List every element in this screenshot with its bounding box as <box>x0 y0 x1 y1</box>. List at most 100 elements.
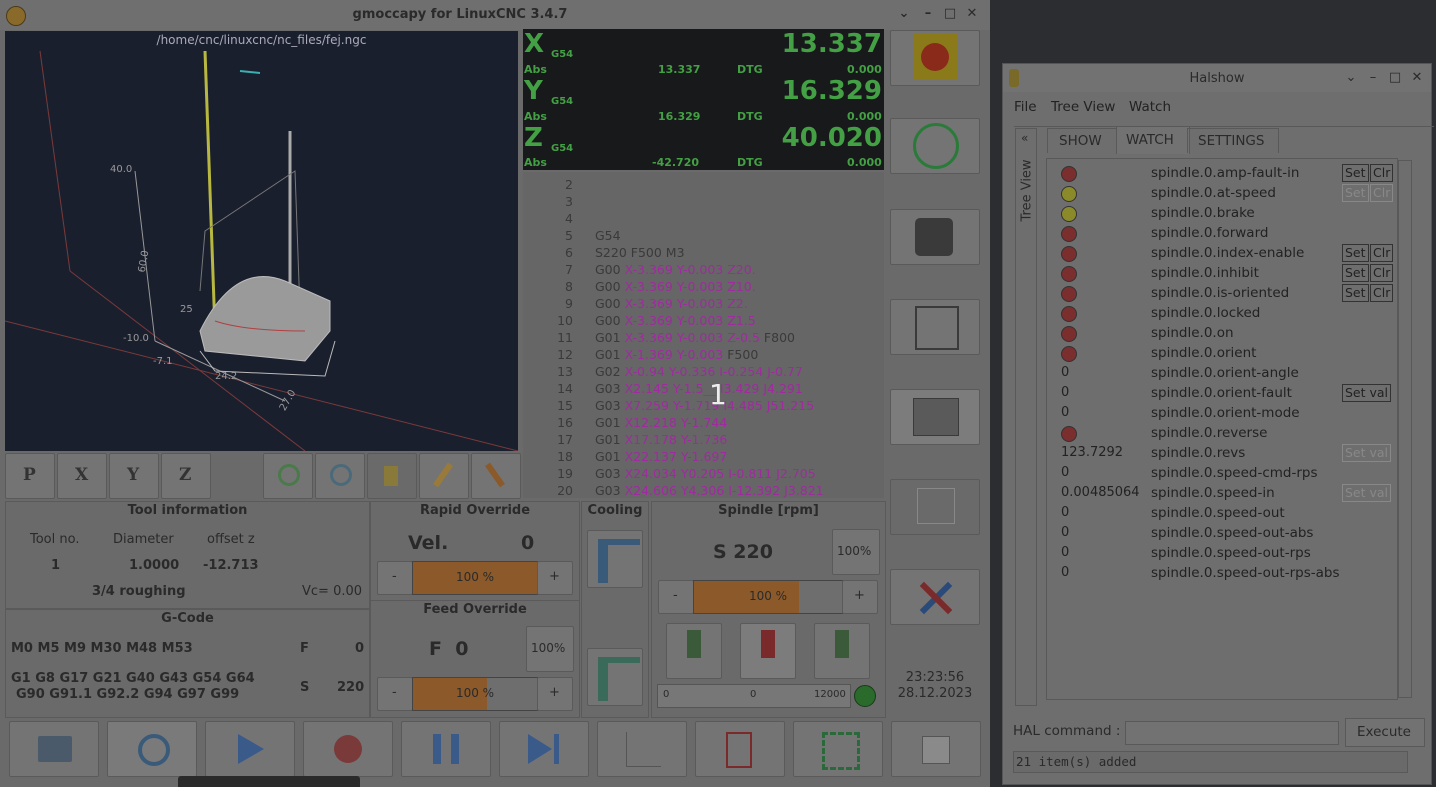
hal-command-input[interactable] <box>1125 721 1339 745</box>
rapid-override-slider[interactable]: 100 % <box>412 561 538 595</box>
auto-mode-button[interactable] <box>890 389 980 445</box>
tool-view-button[interactable] <box>367 453 417 499</box>
gcode-line[interactable]: 20 G03 X24.606 Y4.306 I-12.392 J3.821 <box>523 483 884 500</box>
spindle-reverse-button[interactable] <box>814 623 870 679</box>
mdi-mode-button[interactable] <box>890 299 980 355</box>
clear-button[interactable]: Clr <box>1370 284 1394 302</box>
gcode-line[interactable]: 3 <box>523 194 884 211</box>
dro-z-label: Z <box>524 123 543 153</box>
gcode-line[interactable]: 6 S220 F500 M3 <box>523 245 884 262</box>
menu-watch[interactable]: Watch <box>1129 99 1171 115</box>
gcode-line[interactable]: 19 G03 X24.034 Y0.205 I-0.811 J2.705 <box>523 466 884 483</box>
run-button[interactable] <box>205 721 295 777</box>
spindle-override-slider[interactable]: 100 % <box>693 580 843 614</box>
gcode-line[interactable]: 12 G01 X-1.369 Y-0.003 F500 <box>523 347 884 364</box>
set-button[interactable]: Set <box>1342 244 1369 262</box>
clear-button[interactable]: Clr <box>1370 244 1394 262</box>
pause-button[interactable] <box>401 721 491 777</box>
gcode-line[interactable]: 9 G00 X-3.369 Y-0.003 Z2. <box>523 296 884 313</box>
set-button[interactable]: Set <box>1342 284 1369 302</box>
maximize-button[interactable]: □ <box>942 6 958 22</box>
minimize-button[interactable]: – <box>920 6 936 22</box>
feed-minus-button[interactable]: - <box>377 677 413 711</box>
gcode-view[interactable]: 2 3 4 5 G54 6 S220 F500 M3 7 G00 X-3.369 Y-0.003… <box>523 172 884 498</box>
feed-plus-button[interactable]: + <box>537 677 573 711</box>
settings-page-button[interactable] <box>890 479 980 535</box>
spindle-reset-button[interactable]: 100% <box>832 529 880 575</box>
edit-gcode-button[interactable] <box>695 721 785 777</box>
feed-reset-button[interactable]: 100% <box>526 626 574 672</box>
tree-view-toggle[interactable]: « Tree View <box>1015 128 1037 706</box>
clear-button[interactable]: Clr <box>1370 164 1394 182</box>
tab-show[interactable]: SHOW <box>1047 128 1119 153</box>
rapid-plus-button[interactable]: + <box>537 561 573 595</box>
halshow-close-button[interactable]: ✕ <box>1409 70 1425 86</box>
watch-list-scrollbar[interactable] <box>1398 160 1412 698</box>
gcode-line[interactable]: 8 G00 X-3.369 Y-0.003 Z10. <box>523 279 884 296</box>
set-value-button[interactable]: Set val <box>1342 444 1392 462</box>
gcode-line[interactable]: 11 G01 X-3.369 Y-0.003 Z-0.5 F800 <box>523 330 884 347</box>
halshow-shade-button[interactable]: ⌄ <box>1343 70 1359 86</box>
gcode-line[interactable]: 2 <box>523 177 884 194</box>
gcode-line[interactable]: 15 G03 X7.259 Y-1.719 I4.485 J51.215 <box>523 398 884 415</box>
spindle-plus-button[interactable]: + <box>842 580 878 614</box>
manual-mode-button[interactable] <box>890 209 980 265</box>
spindle-forward-button[interactable] <box>666 623 722 679</box>
gcode-line[interactable]: 13 G02 X-0.94 Y-0.336 I-0.254 J-0.77 <box>523 364 884 381</box>
gcode-position: X24.606 Y4.306 I-12.392 J3.821 <box>624 483 824 498</box>
tab-settings[interactable]: SETTINGS <box>1187 128 1279 153</box>
spindle-stop-button[interactable] <box>740 623 796 679</box>
rapid-minus-button[interactable]: - <box>377 561 413 595</box>
execute-button[interactable]: Execute <box>1345 718 1425 747</box>
halshow-maximize-button[interactable]: □ <box>1387 70 1403 86</box>
set-button[interactable]: Set <box>1342 264 1369 282</box>
flood-button[interactable] <box>587 530 643 588</box>
run-from-line-button[interactable] <box>597 721 687 777</box>
gcode-line[interactable]: 4 <box>523 211 884 228</box>
power-button[interactable] <box>890 118 980 174</box>
halshow-title-bar[interactable]: Halshow ⌄ – □ ✕ <box>1003 64 1431 92</box>
reload-file-button[interactable] <box>107 721 197 777</box>
tools-button[interactable] <box>890 569 980 625</box>
shade-button[interactable]: ⌄ <box>896 6 912 22</box>
halshow-minimize-button[interactable]: – <box>1365 70 1381 86</box>
gcode-line[interactable]: 17 G01 X17.178 Y-1.736 <box>523 432 884 449</box>
clear-button[interactable]: Clr <box>1370 184 1394 202</box>
zoom-in-button[interactable] <box>263 453 313 499</box>
feed-override-slider[interactable]: 100 % <box>412 677 538 711</box>
mist-button[interactable] <box>587 648 643 706</box>
view-z-button[interactable]: Z <box>161 453 211 499</box>
clear-plot-button[interactable] <box>471 453 521 499</box>
edit-pencil-button[interactable] <box>419 453 469 499</box>
gcode-line[interactable]: 5 G54 <box>523 228 884 245</box>
menu-tree-view[interactable]: Tree View <box>1051 99 1115 115</box>
spindle-minus-button[interactable]: - <box>658 580 694 614</box>
gcode-line[interactable]: 7 G00 X-3.369 Y-0.003 Z20. <box>523 262 884 279</box>
estop-button[interactable] <box>890 30 980 86</box>
toolpath-preview[interactable]: 40.0 60.0 -10.0 -7.1 24.2 27.0 25 <box>5 31 518 451</box>
notes-button[interactable] <box>891 721 981 777</box>
menu-file[interactable]: File <box>1014 99 1037 115</box>
main-title-bar[interactable]: gmoccapy for LinuxCNC 3.4.7 ⌄ – □ ✕ <box>0 0 990 30</box>
zoom-out-button[interactable] <box>315 453 365 499</box>
view-p-button[interactable]: P <box>5 453 55 499</box>
gcode-line[interactable]: 10 G00 X-3.369 Y-0.003 Z1.5 <box>523 313 884 330</box>
stop-button[interactable] <box>303 721 393 777</box>
clear-button[interactable]: Clr <box>1370 264 1394 282</box>
open-file-button[interactable] <box>9 721 99 777</box>
gcode-line[interactable]: 18 G01 X22.137 Y-1.697 <box>523 449 884 466</box>
horizontal-scrollbar[interactable] <box>178 776 360 787</box>
set-value-button[interactable]: Set val <box>1342 384 1392 402</box>
tab-watch[interactable]: WATCH <box>1116 126 1190 154</box>
step-button[interactable] <box>499 721 589 777</box>
fullscreen-preview-button[interactable] <box>793 721 883 777</box>
speed-value: 220 <box>337 680 365 695</box>
view-x-button[interactable]: X <box>57 453 107 499</box>
set-button[interactable]: Set <box>1342 164 1369 182</box>
set-button[interactable]: Set <box>1342 184 1369 202</box>
gcode-line[interactable]: 14 G03 X2.145 Y-1.5__ I3.429 J4.291 <box>523 381 884 398</box>
close-button[interactable]: ✕ <box>964 6 980 22</box>
set-value-button[interactable]: Set val <box>1342 484 1392 502</box>
view-y-button[interactable]: Y <box>109 453 159 499</box>
gcode-line[interactable]: 16 G01 X12.218 Y-1.744 <box>523 415 884 432</box>
